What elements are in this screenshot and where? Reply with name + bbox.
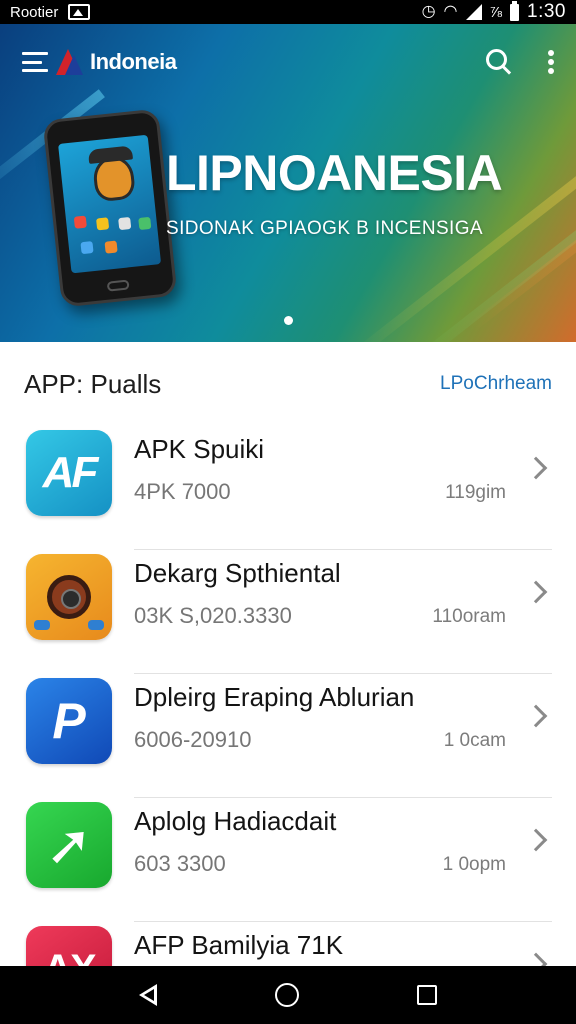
app-dot-icon xyxy=(138,216,152,231)
phone-home-button xyxy=(106,279,130,292)
app-name: APK Spuiki xyxy=(134,434,265,464)
image-notification-icon xyxy=(68,4,91,20)
ax-icon: AX xyxy=(26,926,112,966)
system-nav-bar xyxy=(0,966,576,1024)
app-dot-icon xyxy=(104,240,118,254)
mascot-icon xyxy=(91,154,137,203)
app-dot-icon xyxy=(73,215,87,229)
app-dot-icon xyxy=(118,216,132,231)
battery-icon xyxy=(510,0,520,21)
green-arrow-icon: ➚ xyxy=(26,802,112,888)
banner-subheadline: SIDONAK GPIAOGK B INCENSIGA xyxy=(166,218,483,239)
app-name: Dekarg Spthiental xyxy=(134,558,341,588)
recents-icon[interactable] xyxy=(417,985,437,1005)
app-dot-icon xyxy=(80,241,94,255)
battery-percent: ⅞ xyxy=(489,3,503,21)
camera-lens xyxy=(47,575,91,619)
more-vert-icon[interactable] xyxy=(548,50,554,74)
list-item[interactable]: ➚ Aplolg Hadiacdait 603 3300 1 0opm xyxy=(0,798,576,922)
app-bar: Indoneia xyxy=(0,24,576,100)
camera-gadget xyxy=(88,620,104,630)
camera-icon xyxy=(26,554,112,640)
app-name: AFP Bamilyia 71K xyxy=(134,930,344,960)
search-icon[interactable] xyxy=(486,49,512,75)
back-icon[interactable] xyxy=(139,984,157,1006)
p-arrow-icon: P xyxy=(26,678,112,764)
section-see-all-link[interactable]: LPoChrheam xyxy=(440,373,552,395)
app-name: Dpleirg Eraping Ablurian xyxy=(134,682,415,712)
list-item[interactable]: Dekarg Spthiental 03K S,020.3330 110oram xyxy=(0,550,576,674)
carrier-label: Rootier xyxy=(10,3,59,21)
clock: 1:30 xyxy=(527,1,566,22)
status-bar: Rootier ◷ ◠ ⅞ 1:30 xyxy=(0,0,576,24)
app-info: AFP Bamilyia 71K xyxy=(134,926,552,961)
banner-phone-illustration xyxy=(42,108,178,308)
app-time: 1 0cam xyxy=(443,730,506,751)
app-logo[interactable]: Indoneia xyxy=(56,49,177,75)
banner-headline: LIPNOANESIA xyxy=(166,145,503,201)
app-list: AF APK Spuiki 4PK 7000 119gim Dekarg Spt… xyxy=(0,426,576,966)
app-bar-actions xyxy=(486,49,554,75)
home-icon[interactable] xyxy=(275,983,299,1007)
app-title: Indoneia xyxy=(90,49,177,74)
app-time: 110oram xyxy=(432,606,506,627)
status-right: ◷ ◠ ⅞ 1:30 xyxy=(421,0,566,23)
list-item[interactable]: P Dpleirg Eraping Ablurian 6006-20910 1 … xyxy=(0,674,576,798)
menu-icon[interactable] xyxy=(22,52,48,72)
app-time: 119gim xyxy=(445,482,506,503)
logo-icon xyxy=(56,49,86,75)
section-title: APP: Pualls xyxy=(24,368,162,399)
list-item[interactable]: AF APK Spuiki 4PK 7000 119gim xyxy=(0,426,576,550)
camera-gadget xyxy=(34,620,50,630)
signal-icon xyxy=(465,4,482,20)
app-dot-icon xyxy=(96,217,110,231)
phone-screen xyxy=(58,134,162,274)
af-icon: AF xyxy=(26,430,112,516)
app-name: Aplolg Hadiacdait xyxy=(134,806,337,836)
status-left: Rootier xyxy=(10,3,91,21)
section-header: APP: Pualls LPoChrheam xyxy=(0,342,576,426)
list-item[interactable]: AX AFP Bamilyia 71K xyxy=(0,922,576,966)
pager-dot-active[interactable] xyxy=(284,316,293,325)
wifi-icon: ◠ xyxy=(443,3,458,20)
alarm-icon: ◷ xyxy=(421,3,436,20)
app-time: 1 0opm xyxy=(442,854,506,875)
